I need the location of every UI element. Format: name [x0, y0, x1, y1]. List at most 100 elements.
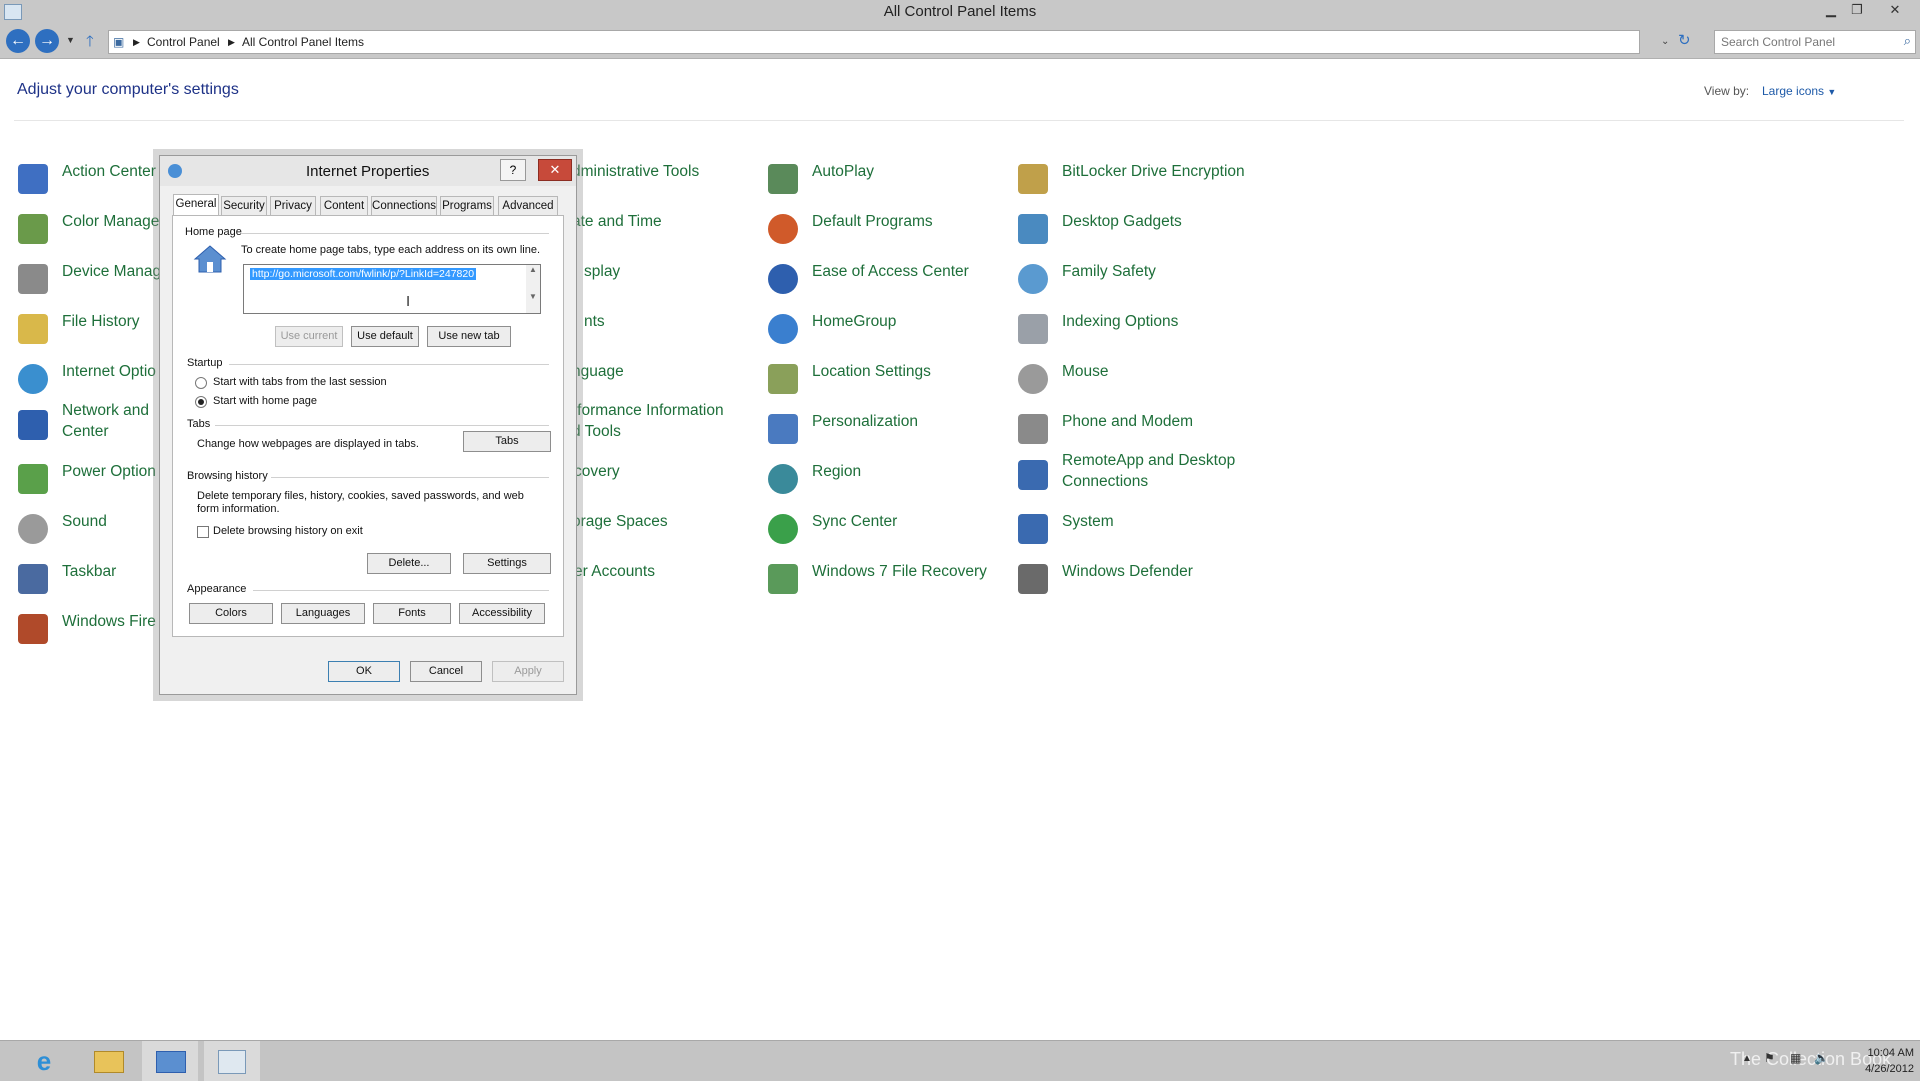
cp-item-label[interactable]: Mouse	[1062, 362, 1109, 382]
cp-item-label[interactable]: ate and Time	[572, 212, 662, 232]
cp-item-label[interactable]: rformance Information	[572, 401, 724, 421]
recent-pages-chevron-icon[interactable]: ▼	[66, 35, 75, 45]
cp-item-label[interactable]: Personalization	[812, 412, 918, 432]
ok-button[interactable]: OK	[328, 661, 400, 682]
cp-item-label[interactable]: File History	[62, 312, 140, 332]
cp-item-label[interactable]: Action Center	[62, 162, 156, 182]
cp-item-label[interactable]: Region	[812, 462, 861, 482]
tab-connections[interactable]: Connections	[371, 196, 437, 216]
cp-item-label[interactable]: Sync Center	[812, 512, 897, 532]
cp-item-label[interactable]: BitLocker Drive Encryption	[1062, 162, 1245, 182]
taskbar-file-explorer[interactable]	[80, 1041, 136, 1081]
cp-item-label[interactable]: Location Settings	[812, 362, 931, 382]
startup-home-page-label[interactable]: Start with home page	[213, 395, 317, 407]
taskbar-internet-properties[interactable]	[204, 1041, 260, 1081]
cp-item-label[interactable]: Windows 7 File Recovery	[812, 562, 987, 582]
control-panel-app-icon[interactable]	[4, 4, 22, 20]
cp-item-label[interactable]: Power Option	[62, 462, 156, 482]
tab-advanced[interactable]: Advanced	[498, 196, 558, 216]
forward-button[interactable]: →	[35, 29, 59, 53]
cp-item-label[interactable]: RemoteApp and Desktop	[1062, 451, 1235, 471]
maximize-button[interactable]: ❐	[1844, 0, 1870, 20]
cp-item-label[interactable]: Sound	[62, 512, 107, 532]
cp-item-label[interactable]: Default Programs	[812, 212, 933, 232]
textarea-scrollbar[interactable]: ▲ ▼	[526, 265, 540, 313]
cp-item-label[interactable]: Indexing Options	[1062, 312, 1178, 332]
cp-item-label[interactable]: Family Safety	[1062, 262, 1156, 282]
section-divider	[271, 477, 549, 478]
address-bar[interactable]: ▣ ▶ Control Panel ▶ All Control Panel It…	[108, 30, 1669, 54]
cp-item-label[interactable]: AutoPlay	[812, 162, 874, 182]
system-clock[interactable]: 10:04 AM 4/26/2012	[1848, 1045, 1914, 1077]
up-arrow-icon[interactable]: 🡑	[86, 31, 94, 56]
cp-item-label[interactable]: er Accounts	[574, 562, 655, 582]
cp-item-label[interactable]: Internet Optio	[62, 362, 156, 382]
breadcrumb-control-panel[interactable]: Control Panel	[147, 35, 220, 49]
dialog-title-bar[interactable]: Internet Properties ? ✕	[160, 156, 576, 186]
use-new-tab-button[interactable]: Use new tab	[427, 326, 511, 347]
cp-item-label[interactable]: Device Manag	[62, 262, 161, 282]
languages-button[interactable]: Languages	[281, 603, 365, 624]
startup-last-session-radio[interactable]	[195, 377, 207, 389]
tab-general[interactable]: General	[173, 194, 219, 217]
view-by-value[interactable]: Large icons	[1762, 84, 1824, 98]
colors-button[interactable]: Colors	[189, 603, 273, 624]
home-page-url-textarea[interactable]: http://go.microsoft.com/fwlink/p/?LinkId…	[243, 264, 541, 314]
cp-item-label[interactable]: Color Manage	[62, 212, 159, 232]
tab-security[interactable]: Security	[221, 196, 267, 216]
delete-on-exit-checkbox[interactable]	[197, 526, 209, 538]
cp-item-label[interactable]: Windows Fire	[62, 612, 156, 632]
back-button[interactable]: ←	[6, 29, 30, 53]
breadcrumb-all-items[interactable]: All Control Panel Items	[242, 35, 364, 49]
startup-last-session-label[interactable]: Start with tabs from the last session	[213, 376, 387, 388]
cp-item-label-line2[interactable]: d Tools	[572, 422, 621, 442]
cp-item-label[interactable]: Ease of Access Center	[812, 262, 969, 282]
tabs-settings-button[interactable]: Tabs	[463, 431, 551, 452]
delete-on-exit-label[interactable]: Delete browsing history on exit	[213, 525, 363, 537]
use-current-button[interactable]: Use current	[275, 326, 343, 347]
accessibility-button[interactable]: Accessibility	[459, 603, 545, 624]
cp-item-label-line2[interactable]: Center	[62, 422, 109, 442]
minimize-button[interactable]: ▁	[1818, 0, 1844, 20]
tab-privacy[interactable]: Privacy	[270, 196, 316, 216]
help-button[interactable]: ?	[500, 159, 526, 181]
search-icon[interactable]: ⌕	[1904, 33, 1911, 49]
show-hidden-icons-chevron-icon[interactable]: ▲	[1742, 1053, 1752, 1064]
taskbar-control-panel[interactable]	[142, 1041, 198, 1081]
taskbar-ie[interactable]: e	[16, 1041, 72, 1081]
cp-item-label[interactable]: Windows Defender	[1062, 562, 1193, 582]
cp-item-label[interactable]: Network and	[62, 401, 149, 421]
cp-item-label[interactable]: orage Spaces	[572, 512, 668, 532]
cancel-button[interactable]: Cancel	[410, 661, 482, 682]
action-center-flag-icon[interactable]: ⚑	[1764, 1051, 1775, 1065]
cp-item-label[interactable]: Phone and Modem	[1062, 412, 1193, 432]
fonts-button[interactable]: Fonts	[373, 603, 451, 624]
address-dropdown-icon[interactable]: ⌄	[1661, 36, 1669, 47]
network-tray-icon[interactable]: ▦	[1790, 1051, 1801, 1065]
cp-item-label[interactable]: HomeGroup	[812, 312, 896, 332]
use-default-button[interactable]: Use default	[351, 326, 419, 347]
cp-item-label[interactable]: Taskbar	[62, 562, 116, 582]
cp-item-label[interactable]: splay	[584, 262, 620, 282]
volume-icon[interactable]: 🔈	[1814, 1051, 1829, 1065]
view-by-dropdown[interactable]: Large icons ▼	[1762, 84, 1836, 98]
cp-item-label[interactable]: System	[1062, 512, 1114, 532]
home-page-url[interactable]: http://go.microsoft.com/fwlink/p/?LinkId…	[250, 268, 477, 280]
cp-item-label-line2[interactable]: Connections	[1062, 472, 1148, 492]
delete-history-button[interactable]: Delete...	[367, 553, 451, 574]
refresh-icon[interactable]: ↻	[1678, 31, 1691, 49]
cp-item-label[interactable]: Desktop Gadgets	[1062, 212, 1182, 232]
close-window-button[interactable]: ✕	[1882, 0, 1908, 20]
startup-home-page-radio[interactable]	[195, 396, 207, 408]
cp-item-label[interactable]: nguage	[572, 362, 624, 382]
cp-item-label[interactable]: nts	[584, 312, 605, 332]
view-by-chevron-icon[interactable]: ▼	[1827, 87, 1836, 97]
cp-item-label[interactable]: dministrative Tools	[572, 162, 699, 182]
browsing-settings-button[interactable]: Settings	[463, 553, 551, 574]
tab-content[interactable]: Content	[320, 196, 368, 216]
search-input[interactable]: Search Control Panel ⌕	[1714, 30, 1916, 54]
dialog-close-button[interactable]: ✕	[538, 159, 572, 181]
cp-item-label[interactable]: covery	[574, 462, 620, 482]
apply-button[interactable]: Apply	[492, 661, 564, 682]
tab-programs[interactable]: Programs	[440, 196, 494, 216]
